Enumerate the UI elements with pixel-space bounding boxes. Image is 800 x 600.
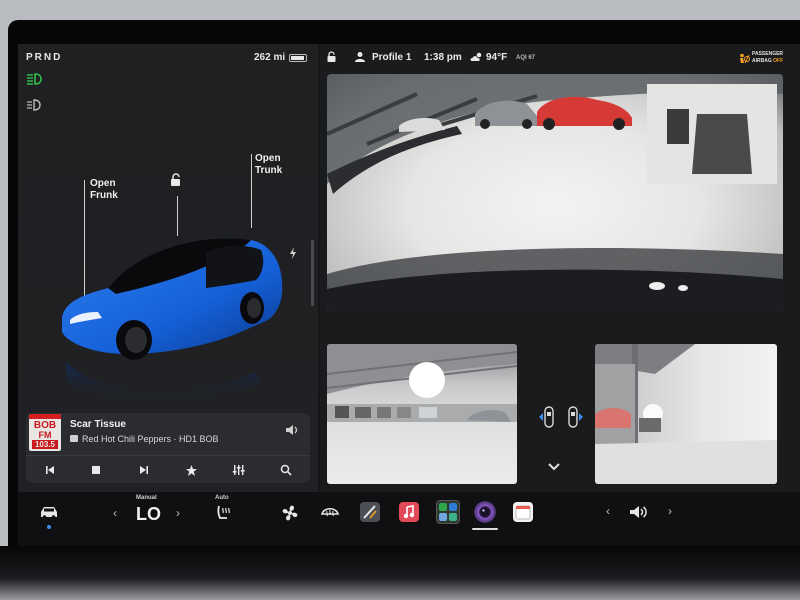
- seat-heater-icon[interactable]: [214, 504, 232, 522]
- app-launcher[interactable]: [436, 500, 460, 524]
- hd-radio-icon: [70, 435, 78, 442]
- rear-camera-view[interactable]: [327, 74, 783, 312]
- camera-app[interactable]: [474, 501, 496, 523]
- status-bar: Profile 1 1:38 pm 94°F AQI 67 PASSENGER …: [320, 44, 800, 72]
- headlights-on-icon[interactable]: [26, 72, 44, 86]
- right-repeater-camera-view[interactable]: [595, 344, 777, 484]
- music-app[interactable]: [399, 502, 419, 522]
- profile-name[interactable]: Profile 1: [372, 52, 411, 63]
- music-note-icon: [403, 505, 415, 519]
- active-app-underline: [472, 528, 498, 530]
- camera-panel: Profile 1 1:38 pm 94°F AQI 67 PASSENGER …: [320, 44, 800, 546]
- volume-icon[interactable]: [628, 504, 648, 520]
- left-camera-feed: [327, 344, 517, 422]
- fan-icon[interactable]: [280, 503, 300, 523]
- auto-headlights-icon[interactable]: [26, 98, 44, 112]
- profile-icon[interactable]: [354, 51, 366, 63]
- cabin-temperature[interactable]: LO: [136, 504, 161, 525]
- previous-track-button[interactable]: [30, 456, 70, 484]
- song-artist: Red Hot Chili Peppers · HD1 BOB: [82, 434, 219, 444]
- favorite-button[interactable]: [171, 456, 211, 484]
- active-app-indicator: [47, 525, 51, 529]
- outside-temperature: 94°F: [486, 52, 508, 63]
- cloud-sun-icon: [470, 52, 482, 61]
- panel-scrollbar[interactable]: [311, 240, 314, 306]
- camera-lens-icon: [481, 508, 489, 516]
- trunk-pointer-line: [251, 154, 252, 228]
- calendar-icon: [515, 505, 531, 520]
- stop-button[interactable]: [76, 456, 116, 484]
- seat-heat-mode-label: Auto: [215, 495, 229, 501]
- open-frunk-button[interactable]: Open Frunk: [90, 178, 118, 202]
- fan-mode-label: Manual: [136, 495, 157, 501]
- battery-range: 262 mi: [254, 52, 286, 63]
- skip-back-icon: [46, 466, 54, 474]
- right-blindspot-car-icon: [568, 406, 583, 428]
- search-icon: [280, 464, 292, 476]
- volume-up-arrow[interactable]: ›: [668, 504, 672, 518]
- left-repeater-camera-view[interactable]: [327, 344, 517, 484]
- calendar-app[interactable]: [513, 502, 533, 522]
- stop-icon: [92, 466, 100, 474]
- wipers-app[interactable]: [360, 502, 380, 522]
- temp-decrease-arrow[interactable]: ‹: [113, 506, 117, 520]
- song-title: Scar Tissue: [70, 419, 126, 430]
- car-status-panel: PRND 262 mi Open Frunk Open Trunk BOB FM…: [18, 44, 318, 546]
- volume-down-arrow[interactable]: ‹: [606, 504, 610, 518]
- media-controls: [26, 455, 310, 483]
- unlock-icon[interactable]: [169, 173, 183, 187]
- audio-output-icon[interactable]: [284, 423, 300, 437]
- bottom-dock: ‹ Manual LO › Auto ‹ ›: [18, 492, 800, 546]
- touchscreen: PRND 262 mi Open Frunk Open Trunk BOB FM…: [18, 44, 800, 546]
- search-button[interactable]: [266, 456, 306, 484]
- next-track-button[interactable]: [124, 456, 164, 484]
- media-player: BOB FM 103.5 Scar Tissue Red Hot Chili P…: [26, 413, 310, 483]
- now-playing[interactable]: BOB FM 103.5 Scar Tissue Red Hot Chili P…: [26, 413, 310, 455]
- right-camera-feed: [595, 344, 777, 484]
- air-quality-index: AQI 67: [516, 55, 536, 61]
- wiper-icon: [363, 505, 377, 519]
- battery-icon: [289, 54, 307, 62]
- dashboard-trim: [0, 546, 800, 600]
- skip-forward-icon: [140, 466, 148, 474]
- front-defrost-icon[interactable]: [320, 504, 340, 520]
- clock: 1:38 pm: [424, 52, 462, 63]
- airbag-icon: [740, 53, 750, 64]
- equalizer-icon: [232, 465, 245, 475]
- car-model-image: [62, 238, 283, 405]
- gear-selector-display: PRND: [26, 52, 63, 63]
- chevron-down-icon[interactable]: [546, 462, 562, 472]
- passenger-airbag-indicator: PASSENGER AIRBAG OFF: [738, 51, 792, 69]
- rear-camera-feed: [327, 74, 783, 312]
- equalizer-button[interactable]: [218, 456, 258, 484]
- lock-status-icon[interactable]: [326, 51, 338, 63]
- temp-increase-arrow[interactable]: ›: [176, 506, 180, 520]
- open-trunk-button[interactable]: Open Trunk: [255, 153, 282, 177]
- station-logo: BOB FM 103.5: [29, 414, 61, 451]
- left-blindspot-car-icon: [539, 406, 554, 428]
- car-settings-icon[interactable]: [38, 504, 60, 520]
- app-grid-icon: [439, 503, 457, 521]
- star-icon: [185, 464, 197, 476]
